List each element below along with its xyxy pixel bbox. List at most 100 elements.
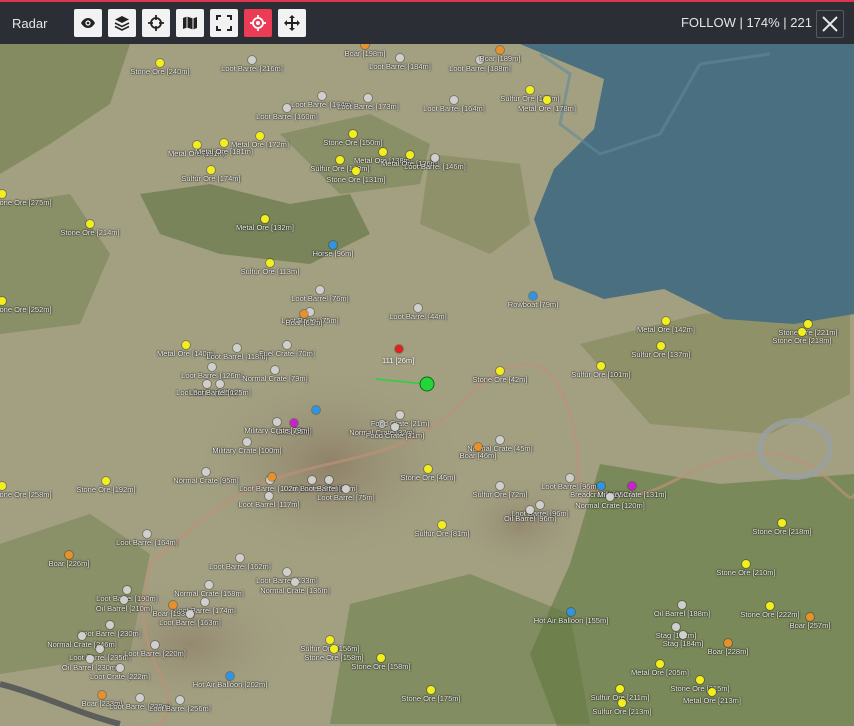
map-marker-loot[interactable] (216, 380, 224, 388)
map-marker-loot[interactable] (496, 482, 504, 490)
map-marker-loot[interactable] (316, 286, 324, 294)
map-marker-animal[interactable] (724, 639, 732, 647)
map-marker-stone[interactable] (526, 86, 534, 94)
map-marker-loot[interactable] (248, 56, 256, 64)
map-marker-animal[interactable] (474, 443, 482, 451)
map-marker-loot[interactable] (86, 655, 94, 663)
map-marker-animal[interactable] (806, 613, 814, 621)
pan-button[interactable] (278, 9, 306, 37)
map-marker-loot[interactable] (116, 664, 124, 672)
map-marker-enemy[interactable] (395, 345, 403, 353)
map-marker-loot[interactable] (78, 632, 86, 640)
map-marker-vehicle[interactable] (529, 292, 537, 300)
map-marker-loot[interactable] (202, 468, 210, 476)
map-marker-stone[interactable] (406, 151, 414, 159)
map-marker-loot[interactable] (391, 423, 399, 431)
map-marker-stone[interactable] (261, 215, 269, 223)
map-marker-stone[interactable] (766, 602, 774, 610)
map-marker-loot[interactable] (450, 96, 458, 104)
map-marker-loot[interactable] (325, 476, 333, 484)
map-marker-stone[interactable] (616, 685, 624, 693)
map-marker-animal[interactable] (98, 691, 106, 699)
map-marker-animal[interactable] (65, 551, 73, 559)
map-marker-stone[interactable] (543, 96, 551, 104)
map-marker-stone[interactable] (804, 320, 812, 328)
map-marker-loot[interactable] (536, 501, 544, 509)
map-marker-vehicle[interactable] (597, 482, 605, 490)
map-marker-stone[interactable] (798, 328, 806, 336)
map-marker-loot[interactable] (203, 380, 211, 388)
map-marker-loot[interactable] (678, 601, 686, 609)
visibility-button[interactable] (74, 9, 102, 37)
map-marker-stone[interactable] (377, 654, 385, 662)
map-marker-loot[interactable] (283, 568, 291, 576)
map-marker-loot[interactable] (201, 598, 209, 606)
follow-button[interactable] (244, 9, 272, 37)
map-marker-loot[interactable] (496, 436, 504, 444)
map-marker-loot[interactable] (205, 581, 213, 589)
map-marker-loot[interactable] (283, 341, 291, 349)
map-marker-stone[interactable] (424, 465, 432, 473)
map-marker-stone[interactable] (657, 342, 665, 350)
crosshair-button[interactable] (142, 9, 170, 37)
map-marker-loot[interactable] (431, 154, 439, 162)
map-marker-loot[interactable] (396, 411, 404, 419)
map-marker-animal[interactable] (496, 46, 504, 54)
map-marker-loot[interactable] (308, 476, 316, 484)
map-marker-stone[interactable] (207, 166, 215, 174)
map-marker-loot[interactable] (96, 645, 104, 653)
map-marker-loot[interactable] (176, 696, 184, 704)
map-marker-loot[interactable] (679, 631, 687, 639)
map-marker-loot[interactable] (120, 596, 128, 604)
map-marker-stone[interactable] (352, 167, 360, 175)
map-marker-stone[interactable] (336, 156, 344, 164)
map-marker-stone[interactable] (86, 220, 94, 228)
map-marker-stone[interactable] (618, 699, 626, 707)
map-marker-loot[interactable] (186, 610, 194, 618)
map-marker-loot[interactable] (273, 418, 281, 426)
map-marker-loot[interactable] (136, 694, 144, 702)
map-marker-loot[interactable] (271, 366, 279, 374)
map-marker-stone[interactable] (496, 367, 504, 375)
map-marker-loot[interactable] (143, 530, 151, 538)
map-marker-stone[interactable] (326, 636, 334, 644)
map-marker-stone[interactable] (156, 59, 164, 67)
map-marker-loot[interactable] (236, 554, 244, 562)
map-marker-loot[interactable] (208, 363, 216, 371)
close-button[interactable] (816, 10, 844, 38)
fullscreen-button[interactable] (210, 9, 238, 37)
layers-button[interactable] (108, 9, 136, 37)
map-marker-loot[interactable] (106, 621, 114, 629)
map-marker-loot[interactable] (672, 623, 680, 631)
map-marker-stone[interactable] (778, 519, 786, 527)
map-marker-loot[interactable] (151, 641, 159, 649)
map-marker-vehicle[interactable] (567, 608, 575, 616)
map-marker-stone[interactable] (220, 139, 228, 147)
map-marker-loot[interactable] (123, 586, 131, 594)
self-player-marker[interactable] (419, 376, 435, 392)
map-marker-stone[interactable] (742, 560, 750, 568)
map-marker-loot[interactable] (364, 94, 372, 102)
map-marker-stone[interactable] (696, 676, 704, 684)
map-marker-stone[interactable] (256, 132, 264, 140)
map-marker-loot[interactable] (342, 485, 350, 493)
map-marker-loot[interactable] (566, 474, 574, 482)
map-marker-stone[interactable] (379, 148, 387, 156)
map-marker-loot[interactable] (265, 492, 273, 500)
map-marker-animal[interactable] (300, 310, 308, 318)
map-marker-loot[interactable] (526, 506, 534, 514)
map-marker-loot[interactable] (318, 92, 326, 100)
map-marker-stone[interactable] (266, 259, 274, 267)
map-marker-vehicle[interactable] (329, 241, 337, 249)
map-marker-stone[interactable] (662, 317, 670, 325)
map-marker-loot[interactable] (243, 438, 251, 446)
map-marker-stone[interactable] (656, 660, 664, 668)
map-marker-stone[interactable] (438, 521, 446, 529)
map-marker-stone[interactable] (708, 688, 716, 696)
map-marker-loot[interactable] (606, 493, 614, 501)
map-marker-vehicle[interactable] (226, 672, 234, 680)
map-marker-stone[interactable] (349, 130, 357, 138)
map-marker-stone[interactable] (330, 645, 338, 653)
map-marker-animal[interactable] (268, 473, 276, 481)
radar-map[interactable]: 111 [26m] Stone Ore [240m] Loot Barrel [2… (0, 44, 854, 726)
